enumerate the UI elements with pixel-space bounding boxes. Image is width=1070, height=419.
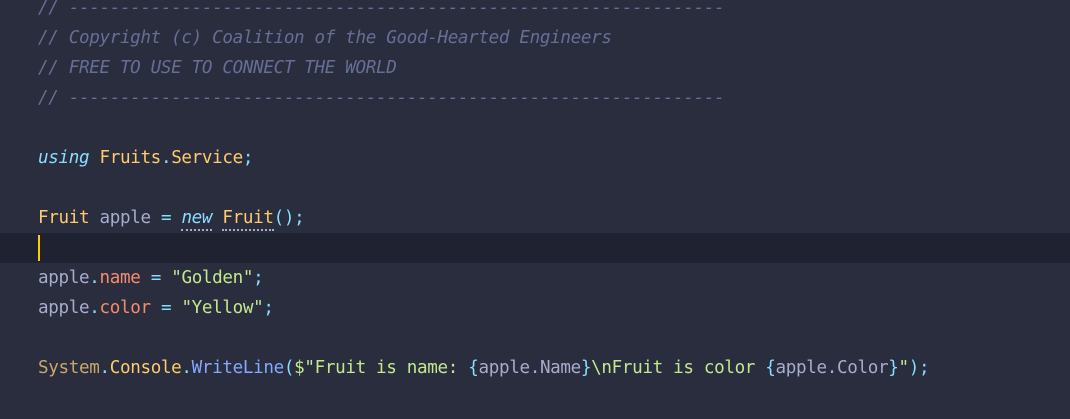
code-token: . [160, 148, 172, 168]
code-token: Fruits [99, 148, 161, 168]
code-token: apple [38, 268, 90, 288]
code-token: "Yellow" [181, 298, 264, 318]
code-token: apple.Color [775, 358, 889, 378]
code-line-content: // -------------------------------------… [38, 0, 725, 23]
text-cursor [38, 235, 40, 261]
code-token: WriteLine [191, 358, 285, 378]
code-token: name [99, 268, 141, 288]
code-line[interactable] [0, 323, 1070, 353]
code-token: ; [263, 298, 274, 318]
code-token: . [181, 358, 192, 378]
code-line-content: // -------------------------------------… [38, 83, 725, 113]
code-line-content: Fruit apple = new Fruit(); [38, 203, 305, 233]
code-token: ); [908, 358, 930, 378]
code-line[interactable]: using Fruits.Service; [0, 143, 1070, 173]
code-line-content: using Fruits.Service; [38, 143, 253, 173]
code-token: // -------------------------------------… [38, 88, 725, 108]
code-token: // FREE TO USE TO CONNECT THE WORLD [38, 58, 397, 78]
code-token: apple [38, 298, 90, 318]
code-token: ( [283, 358, 295, 378]
code-token: System [38, 358, 100, 378]
code-token: } [580, 358, 592, 378]
code-line-content: apple.color = "Yellow"; [38, 293, 274, 323]
code-line[interactable]: Fruit apple = new Fruit(); [0, 203, 1070, 233]
code-token: Console [109, 358, 182, 378]
code-token: Service [171, 148, 243, 168]
code-token: = [160, 208, 172, 228]
code-token: "Golden" [171, 268, 254, 288]
code-line[interactable]: apple.name = "Golden"; [0, 263, 1070, 293]
code-line[interactable]: // FREE TO USE TO CONNECT THE WORLD [0, 53, 1070, 83]
code-token: { [765, 358, 776, 378]
current-code-line[interactable] [0, 233, 1070, 263]
code-line-content: apple.name = "Golden"; [38, 263, 264, 293]
code-token: } [888, 358, 899, 378]
code-token: $"Fruit is name: [294, 358, 469, 378]
code-token: color [99, 298, 151, 318]
code-token: ; [253, 268, 264, 288]
code-line-content: System.Console.WriteLine($"Fruit is name… [38, 353, 930, 383]
code-token: // Copyright (c) Coalition of the Good-H… [38, 28, 612, 48]
code-line[interactable] [0, 113, 1070, 143]
code-token: using [38, 148, 90, 168]
code-editor[interactable]: // -------------------------------------… [0, 0, 1070, 419]
code-token: (); [273, 208, 305, 228]
code-line[interactable]: apple.color = "Yellow"; [0, 293, 1070, 323]
code-token: apple [99, 208, 151, 228]
code-token: " [898, 358, 909, 378]
code-token: Fruit [38, 208, 90, 228]
code-token: . [89, 298, 100, 318]
code-line[interactable]: // -------------------------------------… [0, 0, 1070, 23]
code-token: apple.Name [478, 358, 581, 378]
code-token: \nFruit is color [591, 358, 766, 378]
code-token: = [160, 298, 172, 318]
code-line[interactable]: // Copyright (c) Coalition of the Good-H… [0, 23, 1070, 53]
code-token: new [181, 208, 213, 231]
code-token: = [150, 268, 162, 288]
code-token: // -------------------------------------… [38, 0, 725, 18]
code-token: . [89, 268, 100, 288]
code-line-content: // FREE TO USE TO CONNECT THE WORLD [38, 53, 397, 83]
code-token: { [468, 358, 479, 378]
code-line[interactable]: System.Console.WriteLine($"Fruit is name… [0, 353, 1070, 383]
code-line-content: // Copyright (c) Coalition of the Good-H… [38, 23, 612, 53]
code-line[interactable] [0, 173, 1070, 203]
code-token: ; [242, 148, 254, 168]
code-line[interactable]: // -------------------------------------… [0, 83, 1070, 113]
code-token: Fruit [222, 208, 274, 231]
code-token: . [99, 358, 110, 378]
